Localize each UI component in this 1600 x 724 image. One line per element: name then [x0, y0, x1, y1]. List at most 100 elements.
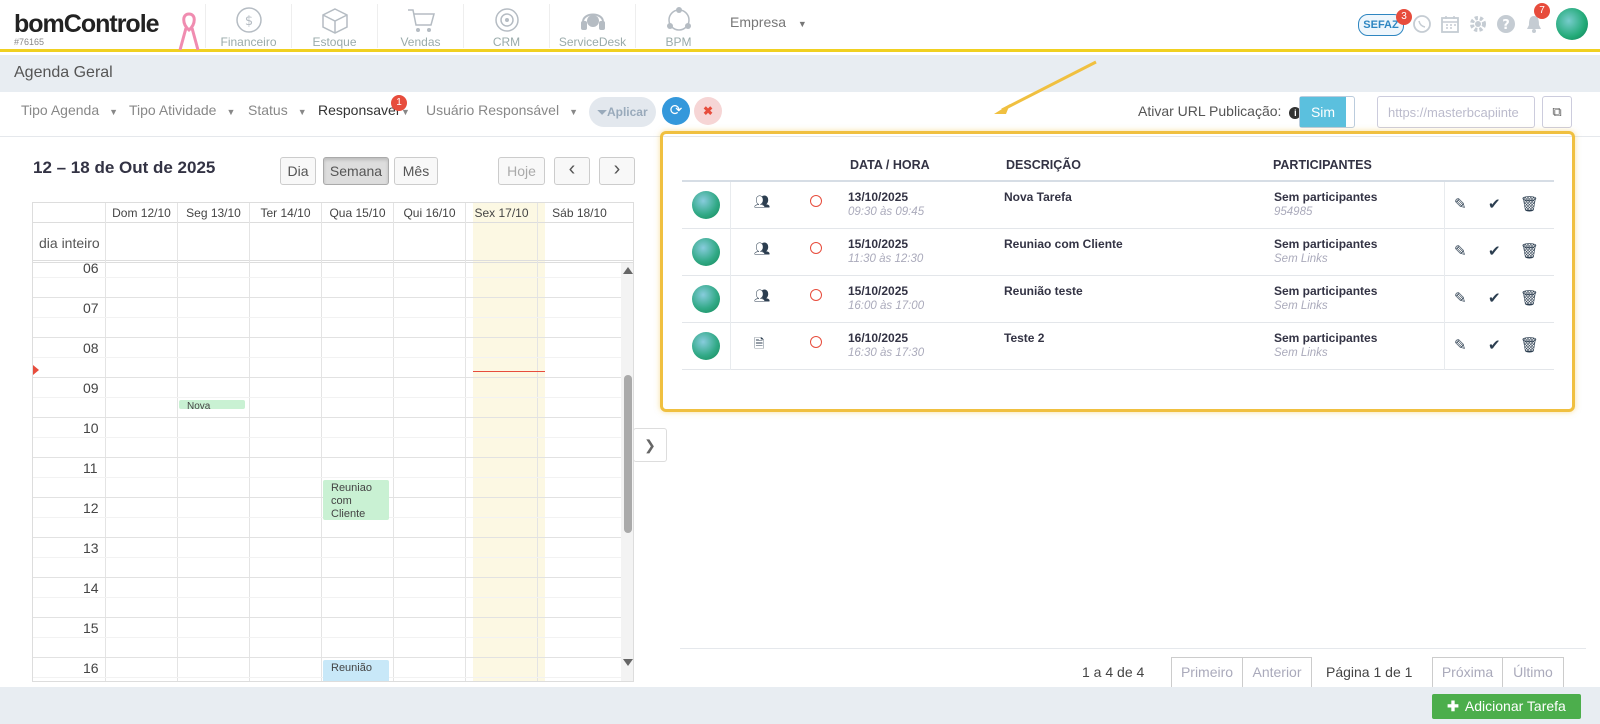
check-icon[interactable]: ✔ [1488, 336, 1501, 354]
hour-label: 12 [83, 500, 99, 516]
task-time: 16:30 às 17:30 [848, 347, 925, 359]
table-row[interactable]: 👥︎ 15/10/2025 16:00 às 17:00 Reunião tes… [682, 276, 1554, 323]
chevron-down-icon: ▼ [569, 107, 578, 117]
calendar-header: Dom 12/10 Seg 13/10 Ter 14/10 Qua 15/10 … [33, 203, 633, 223]
pink-ribbon-icon [178, 12, 200, 51]
filter-status[interactable]: Status ▼ [248, 102, 307, 118]
day-header[interactable]: Sáb 18/10 [537, 203, 621, 223]
users-icon: 👥︎ [754, 288, 771, 303]
company-label: Empresa [730, 14, 787, 30]
clear-filter-button[interactable]: ✖ [694, 97, 722, 125]
toggle-label: Sim [1300, 97, 1346, 127]
publication-url-field[interactable] [1377, 96, 1535, 128]
edit-icon[interactable]: ✎ [1454, 289, 1467, 307]
close-icon: ✖ [702, 104, 714, 118]
user-avatar[interactable] [1556, 8, 1588, 40]
brand-logo[interactable]: bomControle [14, 10, 160, 39]
gear-icon[interactable] [1468, 14, 1488, 34]
task-time: 09:30 às 09:45 [848, 206, 925, 218]
filter-usuario-responsavel[interactable]: Usuário Responsável ▼ [426, 102, 578, 118]
nav-label: CRM [492, 35, 521, 49]
prev-week-button[interactable]: ‹ [554, 157, 590, 185]
filter-tipo-atividade[interactable]: Tipo Atividade ▼ [129, 102, 235, 118]
nav-crm[interactable]: CRM [463, 4, 549, 49]
calendar-icon[interactable] [1440, 14, 1460, 34]
collapse-panel-button[interactable]: ❯ [633, 428, 667, 462]
calendar-event[interactable]: Nova Tarefa [179, 400, 245, 409]
day-header[interactable]: Qui 16/10 [393, 203, 465, 223]
day-header[interactable]: Dom 12/10 [105, 203, 177, 223]
dollar-icon: $ [235, 7, 262, 33]
svg-text:?: ? [1502, 18, 1510, 33]
task-sub: Sem Links [1274, 347, 1328, 359]
nav-vendas[interactable]: Vendas [377, 4, 463, 49]
day-header[interactable]: Ter 14/10 [249, 203, 321, 223]
hour-label: 08 [83, 340, 99, 356]
scroll-thumb[interactable] [624, 375, 632, 533]
table-row[interactable]: 🗎︎ 16/10/2025 16:30 às 17:30 Teste 2 Sem… [682, 323, 1554, 370]
trash-icon[interactable]: 🗑︎ [1520, 242, 1539, 260]
trash-icon[interactable]: 🗑︎ [1520, 289, 1539, 307]
result-count: 1 a 4 de 4 [1082, 664, 1145, 680]
nav-estoque[interactable]: Estoque [291, 4, 377, 49]
apply-filter-button[interactable]: ⏷Aplicar [589, 97, 656, 127]
users-icon: 👥︎ [754, 194, 771, 209]
next-week-button[interactable]: › [599, 157, 635, 185]
refresh-icon: ⟳ [669, 102, 683, 119]
edit-icon[interactable]: ✎ [1454, 242, 1467, 260]
task-date: 13/10/2025 [848, 190, 909, 204]
check-icon[interactable]: ✔ [1488, 195, 1501, 213]
edit-icon[interactable]: ✎ [1454, 336, 1467, 354]
view-week-button[interactable]: Semana [323, 157, 389, 185]
task-sub: 954985 [1274, 206, 1313, 218]
calendar-event[interactable]: Reunião [323, 660, 389, 681]
first-page-button[interactable]: Primeiro [1171, 657, 1243, 688]
publication-label: Ativar URL Publicação: i [1138, 103, 1302, 119]
task-sub: Sem Links [1274, 300, 1328, 312]
nav-bpm[interactable]: BPM [635, 4, 721, 49]
box-icon [321, 8, 348, 34]
refresh-button[interactable]: ⟳ [662, 97, 690, 125]
today-button[interactable]: Hoje [498, 157, 545, 185]
calendar-scrollbar[interactable] [621, 263, 633, 681]
scroll-down-icon[interactable] [623, 659, 633, 666]
day-header[interactable]: Seg 13/10 [177, 203, 249, 223]
filter-tipo-agenda[interactable]: Tipo Agenda ▼ [21, 102, 118, 118]
scroll-up-icon[interactable] [623, 267, 633, 274]
view-month-button[interactable]: Mês [394, 157, 438, 185]
whatsapp-icon[interactable] [1412, 14, 1432, 34]
prev-page-button[interactable]: Anterior [1242, 657, 1312, 688]
nav-financeiro[interactable]: $ Financeiro [205, 4, 291, 49]
view-day-button[interactable]: Dia [280, 157, 316, 185]
task-description: Teste 2 [1004, 331, 1045, 345]
company-menu[interactable]: Empresa ▼ [730, 14, 807, 30]
pagination-divider [680, 648, 1586, 649]
copy-url-button[interactable]: ⧉ [1542, 96, 1572, 128]
all-day-row[interactable] [33, 223, 633, 263]
edit-icon[interactable]: ✎ [1454, 195, 1467, 213]
column-header-participants: PARTICIPANTES [1273, 158, 1372, 172]
publication-toggle[interactable]: Sim [1299, 96, 1355, 128]
table-row[interactable]: 👥︎ 15/10/2025 11:30 às 12:30 Reuniao com… [682, 229, 1554, 276]
next-page-button[interactable]: Próxima [1432, 657, 1503, 688]
nav-servicedesk[interactable]: ServiceDesk [549, 4, 635, 49]
day-header[interactable]: Qua 15/10 [321, 203, 393, 223]
calendar-event[interactable]: Reuniao com Cliente [323, 480, 389, 520]
task-time: 16:00 às 17:00 [848, 300, 925, 312]
day-header[interactable]: Sex 17/10 [465, 203, 537, 223]
help-icon[interactable]: ? [1496, 14, 1516, 34]
users-icon: 👥︎ [754, 241, 771, 256]
sefaz-badge: 3 [1396, 9, 1412, 25]
trash-icon[interactable]: 🗑︎ [1520, 195, 1539, 213]
trash-icon[interactable]: 🗑︎ [1520, 336, 1539, 354]
table-row[interactable]: 👥︎ 13/10/2025 09:30 às 09:45 Nova Tarefa… [682, 182, 1554, 229]
nav-label: Financeiro [220, 35, 277, 49]
current-time-line [473, 371, 545, 372]
add-task-button[interactable]: ✚ Adicionar Tarefa [1432, 694, 1581, 719]
last-page-button[interactable]: Último [1502, 657, 1564, 688]
check-icon[interactable]: ✔ [1488, 242, 1501, 260]
check-icon[interactable]: ✔ [1488, 289, 1501, 307]
target-icon [494, 8, 519, 32]
cart-icon [407, 9, 435, 32]
filter-label: Status [248, 102, 288, 118]
